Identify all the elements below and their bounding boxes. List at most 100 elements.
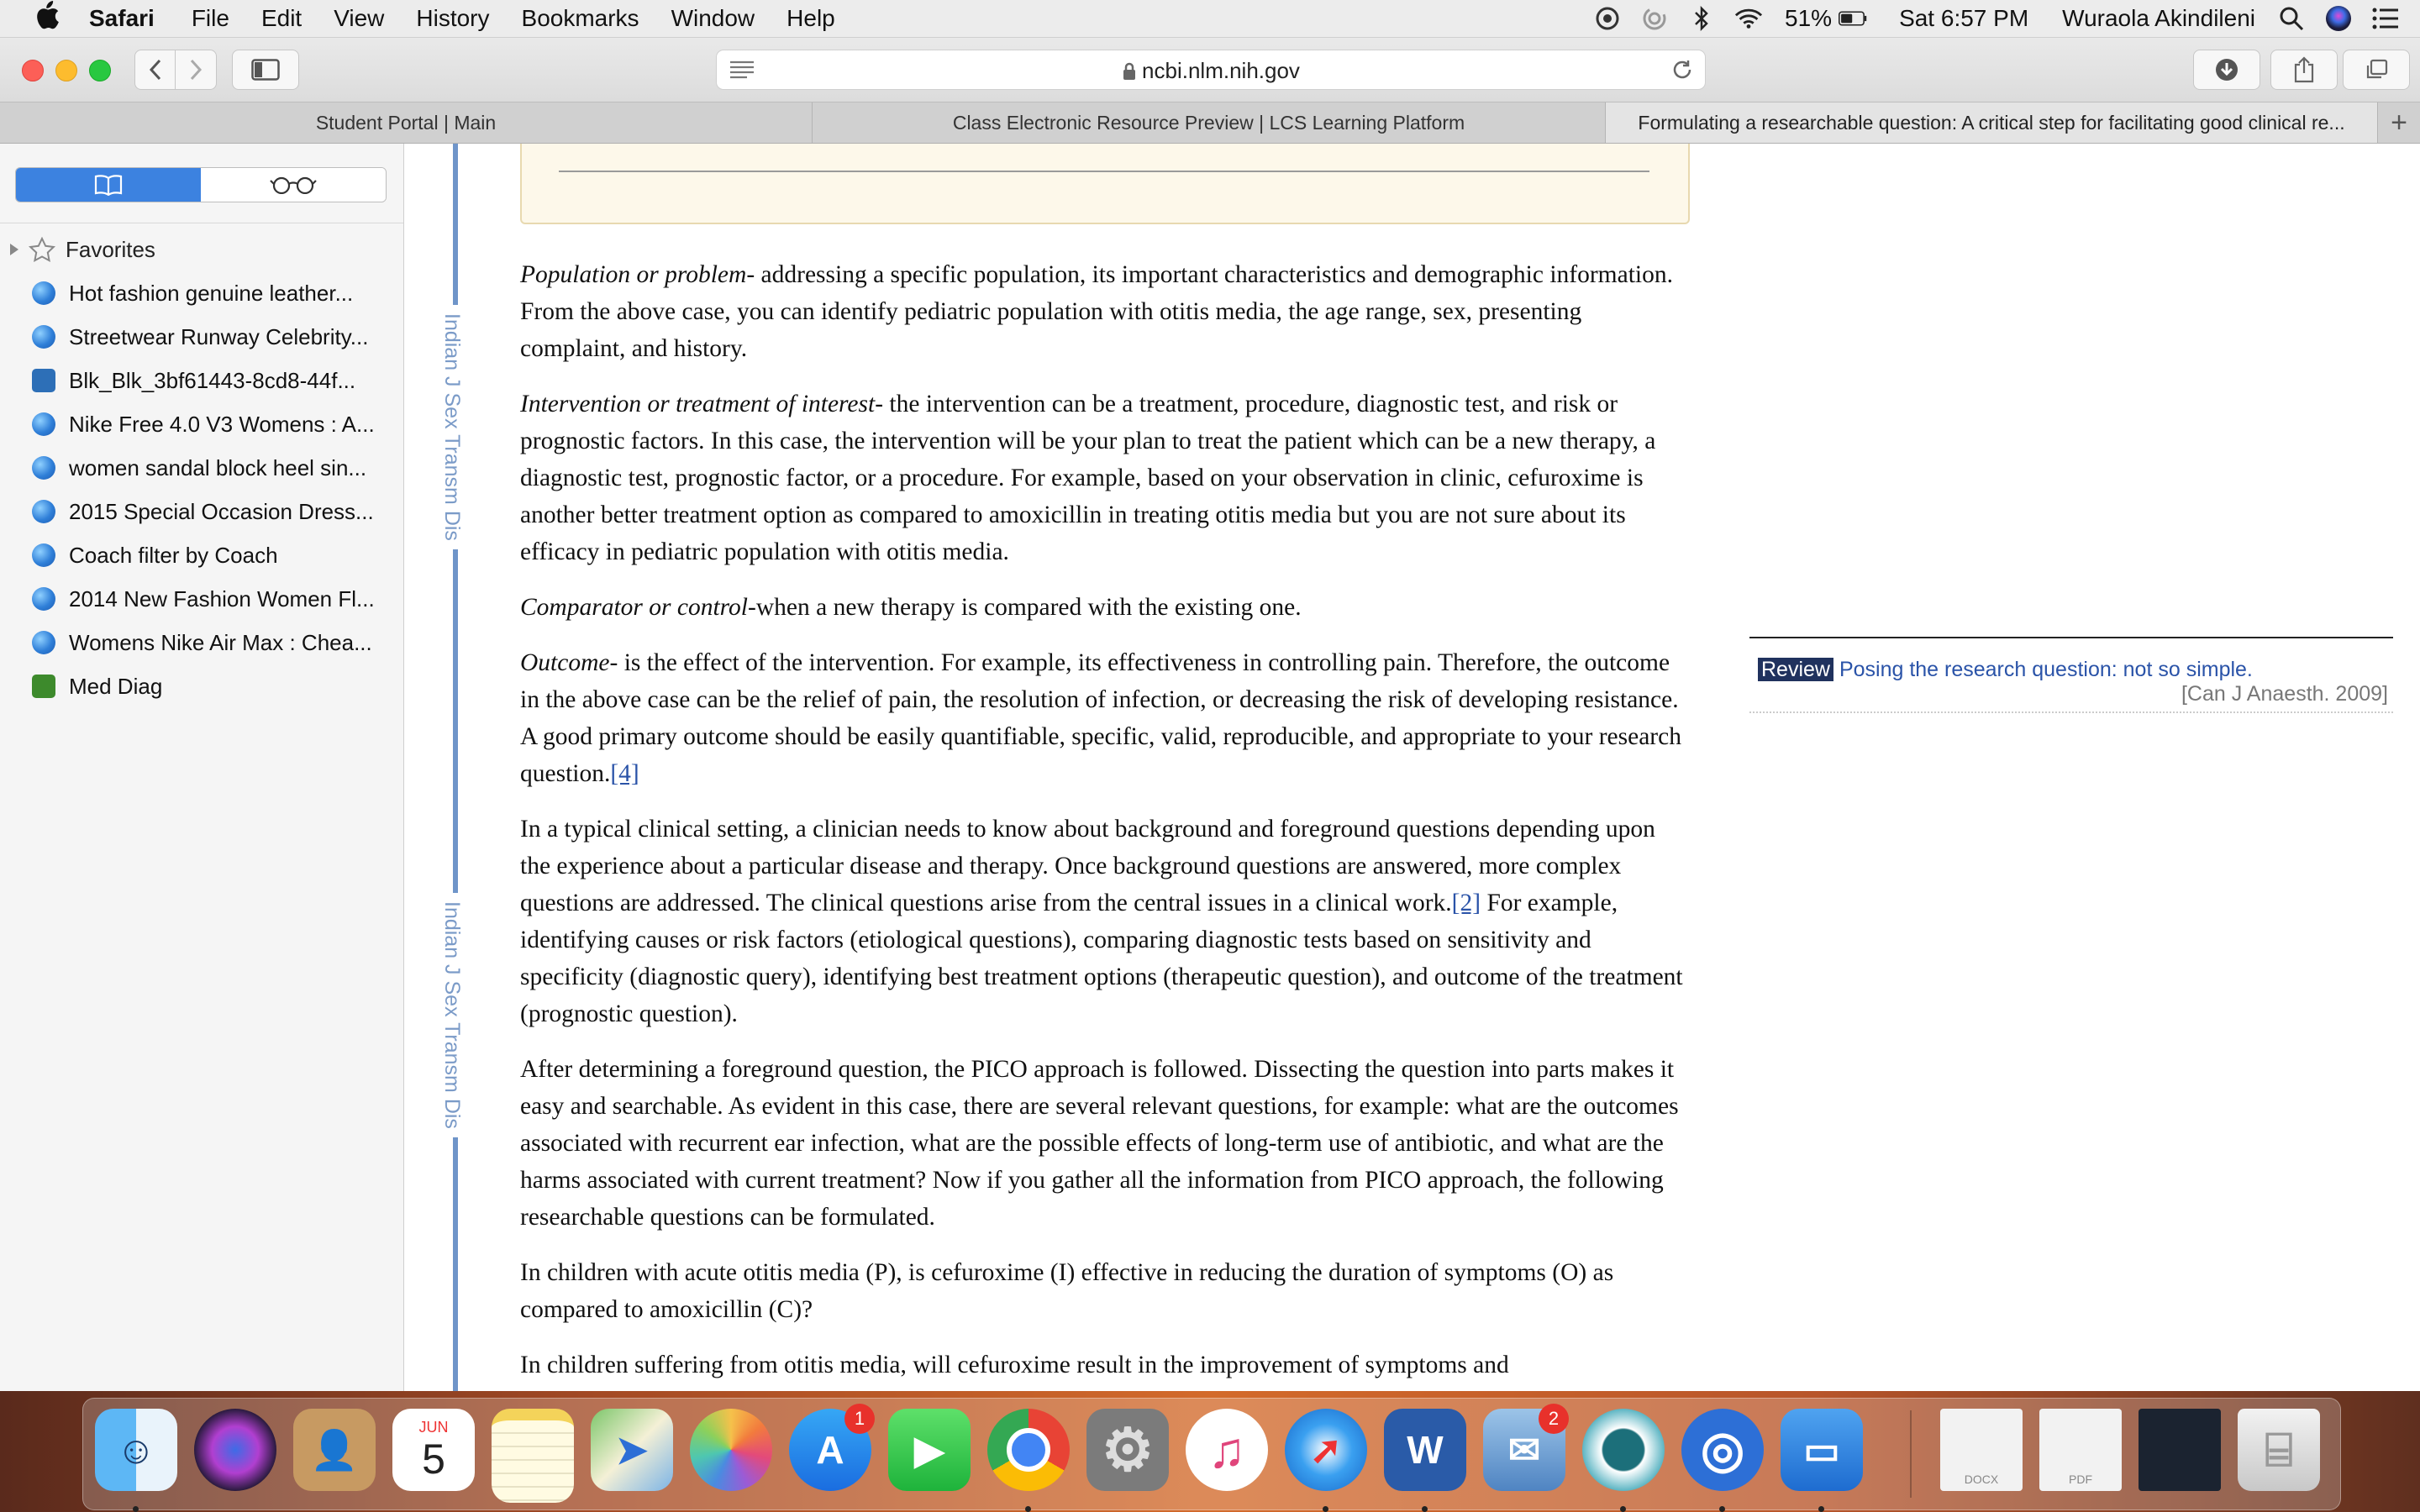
bookmark-item[interactable]: Coach filter by Coach xyxy=(32,538,385,572)
new-tab-button[interactable]: + xyxy=(2378,102,2420,143)
menu-edit[interactable]: Edit xyxy=(261,5,302,32)
dock-trash[interactable]: ⌸ xyxy=(2238,1409,2320,1491)
dock-activity-app[interactable] xyxy=(1582,1409,1665,1512)
dock-mail[interactable]: ✉ 2 xyxy=(1483,1404,1569,1491)
share-icon xyxy=(2294,56,2314,83)
menu-app-name[interactable]: Safari xyxy=(89,5,155,32)
journal-rail-label[interactable]: Indian J Sex Transm Dis xyxy=(439,305,464,549)
bookmark-item[interactable]: Hot fashion genuine leather... xyxy=(32,276,385,310)
dock-docx-file[interactable]: DOCX xyxy=(1940,1409,2023,1491)
med-diag-icon xyxy=(32,675,55,698)
wifi-icon[interactable] xyxy=(1734,4,1763,33)
notification-badge: 1 xyxy=(844,1404,875,1434)
bookmark-item[interactable]: Med Diag xyxy=(32,669,385,703)
bookmark-item[interactable]: 2015 Special Occasion Dress... xyxy=(32,495,385,528)
bookmark-label: Coach filter by Coach xyxy=(69,542,278,568)
disclosure-triangle-icon[interactable] xyxy=(8,242,20,257)
paragraph-comparator: Comparator or control-when a new therapy… xyxy=(520,589,1690,626)
sidebar-segmented-control xyxy=(15,167,387,202)
close-window-button[interactable] xyxy=(22,60,44,81)
paragraph-question-1: In children with acute otitis media (P),… xyxy=(520,1259,1614,1323)
related-dotted-divider xyxy=(1749,711,2393,713)
dock-contacts[interactable]: 👤 xyxy=(293,1409,376,1491)
dock-notes[interactable] xyxy=(492,1409,574,1503)
menu-help[interactable]: Help xyxy=(786,5,835,32)
dock-word[interactable]: W xyxy=(1384,1409,1466,1512)
reload-icon[interactable] xyxy=(1671,59,1693,81)
battery-icon[interactable] xyxy=(1839,4,1867,33)
bookmarks-tab[interactable] xyxy=(16,168,201,202)
menu-history[interactable]: History xyxy=(416,5,489,32)
downloads-button[interactable] xyxy=(2193,50,2260,90)
bookmark-label: 2015 Special Occasion Dress... xyxy=(69,498,374,524)
apple-menu-icon[interactable] xyxy=(30,0,64,37)
notes-icon xyxy=(492,1409,574,1503)
siri-icon[interactable] xyxy=(2324,4,2353,33)
bookmark-item[interactable]: Nike Free 4.0 V3 Womens : A... xyxy=(32,407,385,441)
back-button[interactable] xyxy=(134,50,176,90)
tab-student-portal[interactable]: Student Portal | Main xyxy=(0,102,813,143)
related-item[interactable]: Review Posing the research question: not… xyxy=(1749,657,2393,682)
sync-icon[interactable] xyxy=(1593,4,1622,33)
paragraph-background-foreground: In a typical clinical setting, a clinici… xyxy=(520,811,1690,1032)
chevron-left-icon xyxy=(149,59,161,81)
running-indicator xyxy=(133,1506,139,1512)
tab-class-resource-preview[interactable]: Class Electronic Resource Preview | LCS … xyxy=(813,102,1606,143)
dock-maps[interactable]: ➤ xyxy=(591,1409,673,1491)
notification-center-icon[interactable] xyxy=(2371,4,2400,33)
dock-photos[interactable] xyxy=(690,1409,772,1491)
share-button[interactable] xyxy=(2270,50,2338,90)
maps-icon: ➤ xyxy=(591,1409,673,1491)
menu-file[interactable]: File xyxy=(192,5,229,32)
dock-facetime[interactable]: ▶ xyxy=(888,1409,971,1491)
dock-siri[interactable] xyxy=(194,1409,276,1491)
dock-safari[interactable]: ➚ xyxy=(1285,1409,1367,1512)
tab-overview-button[interactable] xyxy=(2343,50,2410,90)
tab-formulating-question[interactable]: Formulating a researchable question: A c… xyxy=(1606,102,2378,143)
bookmark-item[interactable]: 2014 New Fashion Women Fl... xyxy=(32,582,385,616)
address-bar[interactable]: ncbi.nlm.nih.gov xyxy=(716,50,1706,90)
dock-pdf-file[interactable]: PDF xyxy=(2039,1409,2122,1491)
menu-bookmarks[interactable]: Bookmarks xyxy=(522,5,639,32)
activity-icon[interactable] xyxy=(1640,4,1669,33)
reference-link[interactable]: [4] xyxy=(610,760,639,787)
dock-chrome[interactable] xyxy=(987,1409,1070,1512)
dock-system-preferences[interactable]: ⚙ xyxy=(1086,1409,1169,1491)
bookmark-item[interactable]: women sandal block heel sin... xyxy=(32,451,385,485)
globe-icon xyxy=(32,500,55,523)
reading-list-tab[interactable] xyxy=(201,168,386,202)
related-title-link[interactable]: Posing the research question: not so sim… xyxy=(1839,658,2253,681)
bookmark-label: Med Diag xyxy=(69,673,163,699)
pdf-label: PDF xyxy=(2069,1473,2092,1486)
dock-keynote[interactable]: ▭ xyxy=(1781,1409,1863,1512)
dock-screenshot-file[interactable] xyxy=(2139,1409,2221,1491)
tab-title: Student Portal | Main xyxy=(315,111,497,134)
forward-button[interactable] xyxy=(175,50,217,90)
user-name[interactable]: Wuraola Akindileni xyxy=(2062,5,2255,32)
dock-itunes[interactable]: ♫ xyxy=(1186,1409,1268,1491)
battery-percent[interactable]: 51% xyxy=(1785,5,1832,32)
download-icon xyxy=(2216,59,2238,81)
bookmark-item[interactable]: Womens Nike Air Max : Chea... xyxy=(32,626,385,659)
related-articles: Review Posing the research question: not… xyxy=(1749,637,2393,713)
dock-app-store[interactable]: A 1 xyxy=(789,1404,875,1491)
spotlight-search-icon[interactable] xyxy=(2277,4,2306,33)
bluetooth-icon[interactable] xyxy=(1687,4,1716,33)
favorites-label: Favorites xyxy=(66,236,155,262)
dock-finder[interactable]: ☺ xyxy=(95,1409,177,1512)
bookmark-label: 2014 New Fashion Women Fl... xyxy=(69,585,375,612)
zoom-window-button[interactable] xyxy=(89,60,111,81)
sidebar-toggle-button[interactable] xyxy=(232,50,299,90)
bookmark-item[interactable]: Blk_Blk_3bf61443-8cd8-44f... xyxy=(32,364,385,397)
reference-link[interactable]: [2] xyxy=(1452,890,1481,916)
dock-sync-app[interactable]: ◎ xyxy=(1681,1409,1764,1512)
dock-calendar[interactable]: JUN 5 xyxy=(392,1409,475,1491)
clock[interactable]: Sat 6:57 PM xyxy=(1899,5,2028,32)
menu-extras: 51% Sat 6:57 PM Wuraola Akindileni xyxy=(1575,0,2420,37)
minimize-window-button[interactable] xyxy=(55,60,77,81)
menu-view[interactable]: View xyxy=(334,5,384,32)
bookmark-item[interactable]: Streetwear Runway Celebrity... xyxy=(32,320,385,354)
journal-rail-label[interactable]: Indian J Sex Transm Dis xyxy=(439,893,464,1137)
favorites-folder[interactable]: Favorites xyxy=(8,233,155,266)
menu-window[interactable]: Window xyxy=(671,5,755,32)
